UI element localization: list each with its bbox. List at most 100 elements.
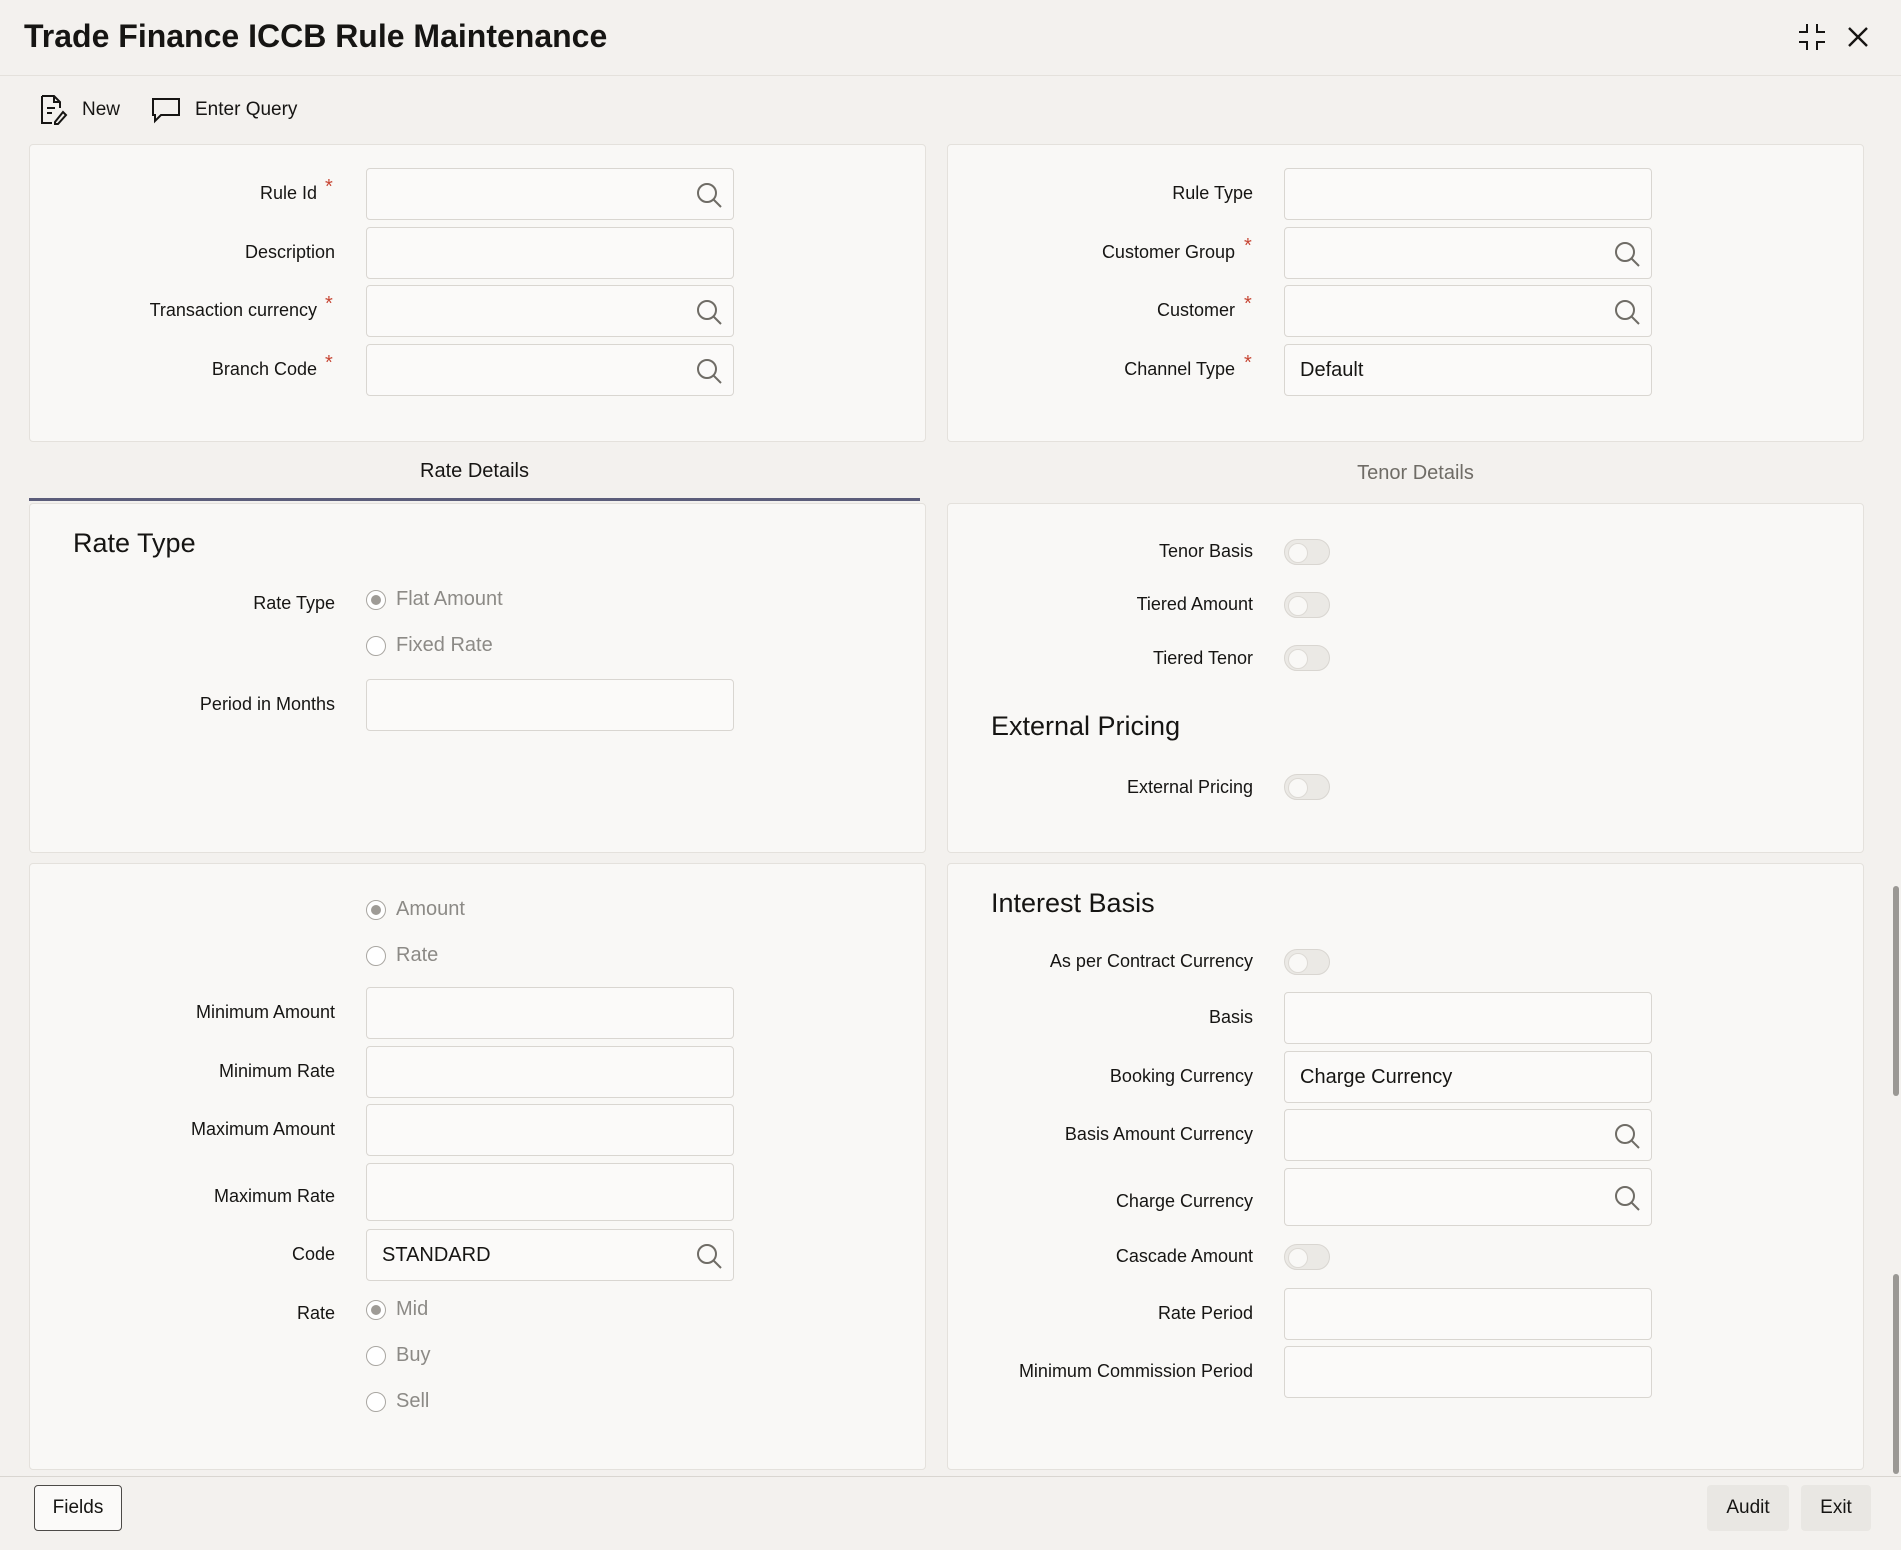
cascade-amount-label: Cascade Amount [1116,1246,1253,1267]
new-button-label: New [82,99,120,121]
external-pricing-toggle[interactable] [1284,774,1330,800]
customer-required-mark: * [1244,293,1252,316]
minimum-amount-input[interactable] [366,987,734,1039]
tab-tenor-details[interactable]: Tenor Details [967,445,1864,501]
as-per-contract-currency-toggle[interactable] [1284,949,1330,975]
charge-currency-input[interactable] [1284,1168,1652,1226]
tenor-panel [947,503,1864,853]
search-icon[interactable] [695,181,723,209]
radio-sell-label: Sell [396,1390,429,1413]
minimum-rate-input[interactable] [366,1046,734,1098]
tenor-basis-toggle[interactable] [1284,539,1330,565]
radio-fixed-rate-indicator [366,636,386,656]
scrollbar-thumb[interactable] [1893,886,1899,1096]
basis-amount-currency-input[interactable] [1284,1109,1652,1161]
minimum-amount-label: Minimum Amount [196,1002,335,1023]
charge-currency-label: Charge Currency [1116,1191,1253,1212]
enter-query-button[interactable]: Enter Query [151,90,297,130]
rule-type-label: Rule Type [1172,183,1253,204]
search-icon[interactable] [695,357,723,385]
description-input[interactable] [366,227,734,279]
rule-id-input[interactable] [366,168,734,220]
rate-period-label: Rate Period [1158,1303,1253,1324]
booking-currency-input[interactable]: Charge Currency [1284,1051,1652,1103]
booking-currency-label: Booking Currency [1110,1066,1253,1087]
period-in-months-label: Period in Months [200,694,335,715]
title-bar: Trade Finance ICCB Rule Maintenance [0,0,1901,76]
code-value: STANDARD [382,1244,491,1267]
external-pricing-label: External Pricing [1127,777,1253,798]
search-icon[interactable] [695,1242,723,1270]
audit-button[interactable]: Audit [1707,1485,1789,1531]
vertical-scrollbar[interactable] [1891,676,1901,1476]
channel-type-required-mark: * [1244,352,1252,375]
tiered-tenor-toggle[interactable] [1284,645,1330,671]
radio-buy-label: Buy [396,1344,430,1367]
transaction-currency-input[interactable] [366,285,734,337]
search-icon[interactable] [1613,1184,1641,1212]
customer-group-input[interactable] [1284,227,1652,279]
as-per-contract-currency-label: As per Contract Currency [1050,951,1253,972]
close-window-button[interactable] [1841,20,1875,54]
search-icon[interactable] [695,298,723,326]
radio-sell[interactable]: Sell [366,1390,429,1413]
branch-code-input[interactable] [366,344,734,396]
radio-flat-amount-label: Flat Amount [396,588,503,611]
code-input[interactable]: STANDARD [366,1229,734,1281]
exit-button[interactable]: Exit [1801,1485,1871,1531]
radio-flat-amount-indicator [366,590,386,610]
search-icon[interactable] [1613,240,1641,268]
tab-rate-details[interactable]: Rate Details [29,445,920,501]
customer-group-required-mark: * [1244,235,1252,258]
interest-basis-section-title: Interest Basis [991,888,1155,919]
external-pricing-section-title: External Pricing [991,711,1180,742]
rate-period-input[interactable] [1284,1288,1652,1340]
channel-type-label: Channel Type [1124,359,1235,380]
close-icon [1846,25,1870,49]
scrollbar-thumb-lower[interactable] [1893,1274,1899,1474]
radio-sell-indicator [366,1392,386,1412]
new-document-icon [38,94,68,126]
footer-bar: Fields Audit Exit [0,1476,1901,1542]
cascade-amount-toggle[interactable] [1284,1244,1330,1270]
tiered-amount-toggle[interactable] [1284,592,1330,618]
radio-buy[interactable]: Buy [366,1344,430,1367]
enter-query-button-label: Enter Query [195,99,297,121]
rule-type-input[interactable] [1284,168,1652,220]
branch-code-label: Branch Code [212,359,317,380]
maximum-amount-label: Maximum Amount [191,1119,335,1140]
code-label: Code [292,1244,335,1265]
search-icon[interactable] [1613,298,1641,326]
radio-amount[interactable]: Amount [366,898,465,921]
new-button[interactable]: New [38,90,120,130]
rule-id-label: Rule Id [260,183,317,204]
minimum-commission-period-input[interactable] [1284,1346,1652,1398]
maximum-rate-input[interactable] [366,1163,734,1221]
fields-button[interactable]: Fields [34,1485,122,1531]
radio-rate-label: Rate [396,944,438,967]
rule-id-required-mark: * [325,176,333,199]
minimize-window-button[interactable] [1795,20,1829,54]
collapse-arrows-icon [1797,22,1827,52]
radio-rate[interactable]: Rate [366,944,438,967]
rate-type-label: Rate Type [253,593,335,614]
channel-type-input[interactable]: Default [1284,344,1652,396]
transaction-currency-label: Transaction currency [150,300,317,321]
basis-input[interactable] [1284,992,1652,1044]
transaction-currency-required-mark: * [325,293,333,316]
tenor-basis-label: Tenor Basis [1159,541,1253,562]
customer-input[interactable] [1284,285,1652,337]
maximum-amount-input[interactable] [366,1104,734,1156]
radio-fixed-rate[interactable]: Fixed Rate [366,634,493,657]
tab-bar: Rate Details Tenor Details [29,445,1864,501]
period-in-months-input[interactable] [366,679,734,731]
customer-label: Customer [1157,300,1235,321]
radio-mid[interactable]: Mid [366,1298,428,1321]
minimum-rate-label: Minimum Rate [219,1061,335,1082]
radio-flat-amount[interactable]: Flat Amount [366,588,503,611]
search-icon[interactable] [1613,1122,1641,1150]
radio-rate-indicator [366,946,386,966]
branch-code-required-mark: * [325,352,333,375]
basis-amount-currency-label: Basis Amount Currency [1065,1124,1253,1145]
basis-label: Basis [1209,1007,1253,1028]
